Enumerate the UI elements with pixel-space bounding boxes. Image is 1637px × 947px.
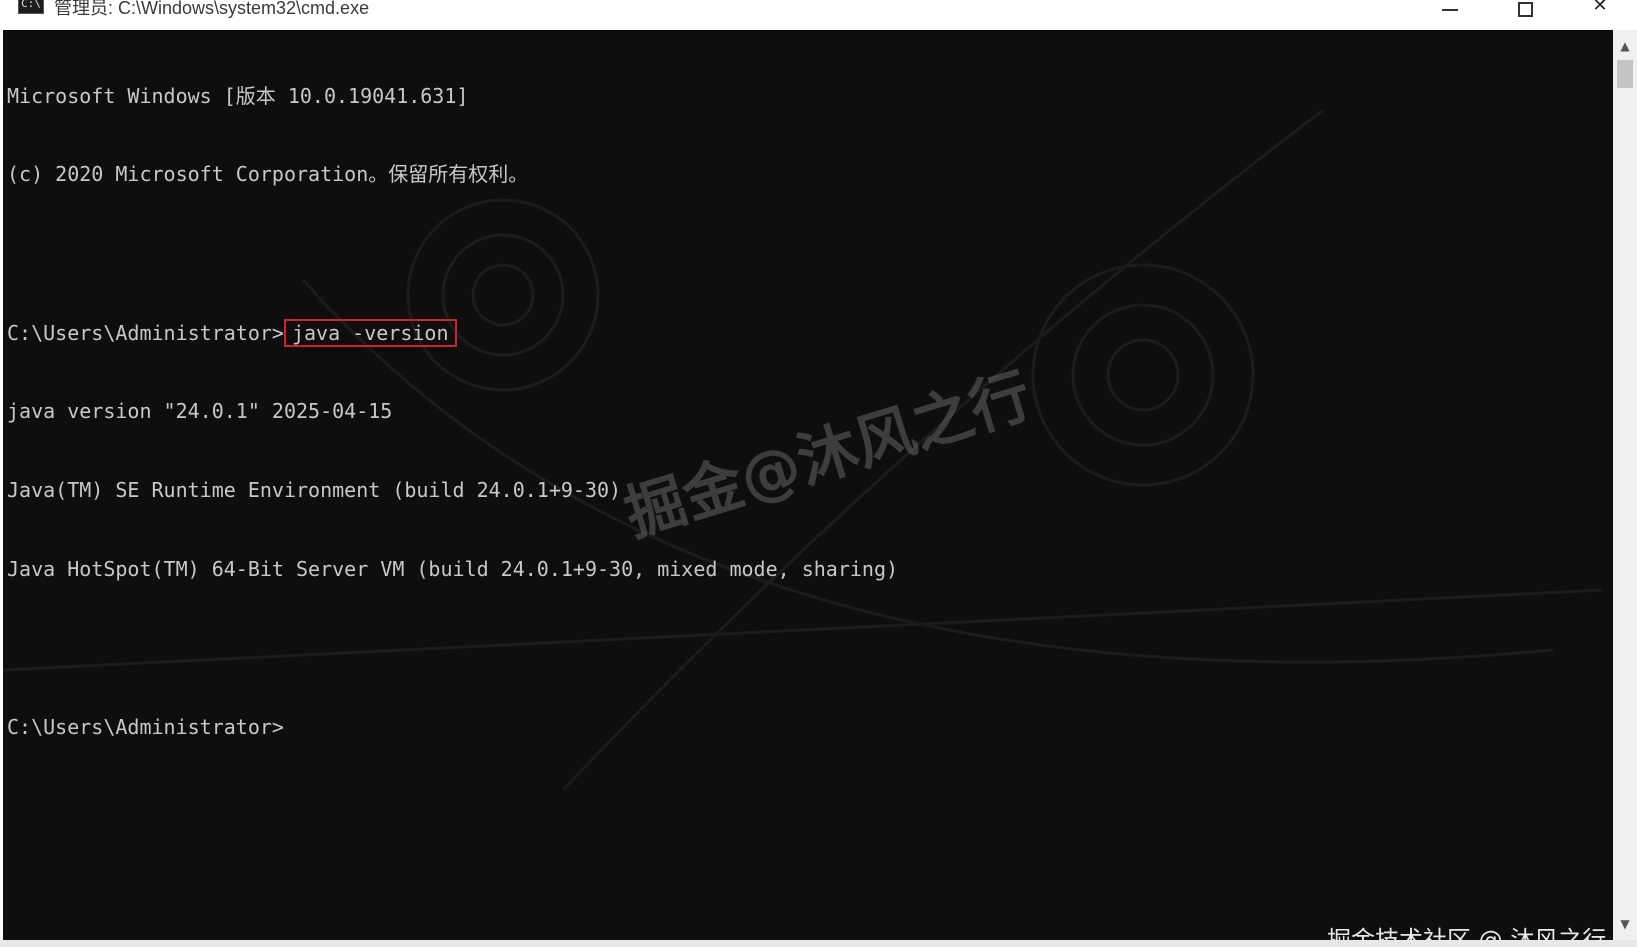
console-line: java version "24.0.1" 2025-04-15 [7,399,393,424]
cmd-icon: C:\ [18,0,44,14]
title-bar[interactable]: C:\ 管理员: C:\Windows\system32\cmd.exe ✕ [0,0,1637,30]
console-line: Microsoft Windows [版本 10.0.19041.631] [7,83,469,108]
cmd-window: C:\ 管理员: C:\Windows\system32\cmd.exe ✕ M… [0,0,1637,947]
scroll-down-icon[interactable]: ▼ [1613,912,1637,936]
scrollbar-thumb[interactable] [1617,60,1633,88]
prompt: C:\Users\Administrator> [7,321,284,346]
minimize-icon [1442,9,1458,11]
vertical-scrollbar[interactable]: ▲ ▼ [1613,30,1637,940]
corner-watermark: 掘金技术社区 @ 沐风之行 [1327,926,1607,940]
close-icon: ✕ [1592,0,1608,16]
console-command-line: C:\Users\Administrator> java -version [7,319,898,348]
window-bottom-edge [0,940,1637,947]
maximize-button[interactable] [1502,0,1548,20]
console-output[interactable]: Microsoft Windows [版本 10.0.19041.631] (c… [3,30,1613,940]
window-title: 管理员: C:\Windows\system32\cmd.exe [54,0,370,18]
scroll-up-icon[interactable]: ▲ [1613,34,1637,58]
console-text: Microsoft Windows [版本 10.0.19041.631] (c… [7,30,898,793]
highlighted-command: java -version [283,319,457,348]
console-prompt-line[interactable]: C:\Users\Administrator> [7,714,898,740]
close-button[interactable]: ✕ [1577,0,1623,20]
console-line: Java HotSpot(TM) 64-Bit Server VM (build… [7,556,899,581]
minimize-button[interactable] [1427,0,1473,20]
maximize-icon [1517,1,1533,17]
console-line: (c) 2020 Microsoft Corporation。保留所有权利。 [7,162,529,187]
